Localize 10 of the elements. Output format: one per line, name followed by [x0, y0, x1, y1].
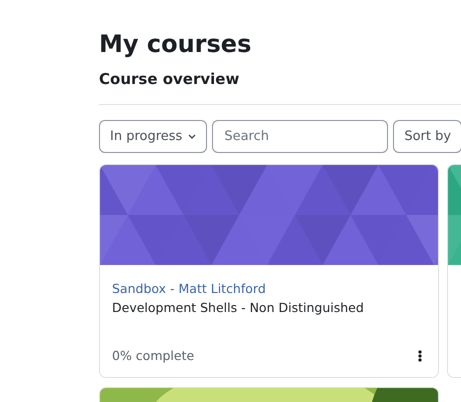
status-filter-dropdown[interactable]: In progress	[99, 120, 208, 153]
course-card[interactable]: Sandbox - Matt Litchford Development Shells - Non Distinguished 0% complete	[99, 164, 439, 378]
section-heading: Course overview	[99, 69, 240, 90]
page-title: My courses	[99, 29, 252, 60]
search-field[interactable]: Search	[212, 120, 388, 153]
sort-dropdown[interactable]: Sort by	[393, 120, 461, 153]
course-category-link[interactable]: Sandbox - Matt Litchford	[112, 281, 266, 296]
course-name: Development Shells - Non Distinguished	[112, 300, 365, 315]
caret-icon	[188, 134, 196, 139]
progress-text: 0% complete	[112, 348, 194, 363]
